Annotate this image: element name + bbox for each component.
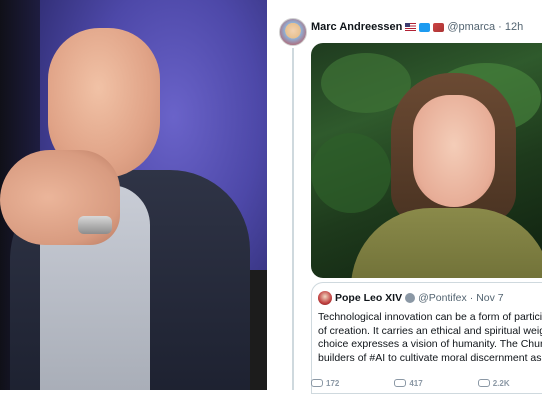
woman-face <box>413 95 495 207</box>
quoted-tweet-text: Technological innovation can be a form o… <box>318 311 542 365</box>
quoted-text-line: of creation. It carries an ethical and s… <box>318 324 542 337</box>
repost-button[interactable]: 417 <box>394 378 423 388</box>
thread-line <box>292 48 294 390</box>
speaker-photo <box>0 0 267 390</box>
bird-icon <box>419 22 431 32</box>
tweet-actions: 172 417 2.2K <box>311 376 542 390</box>
separator-dot: · <box>469 292 474 304</box>
foliage <box>311 133 391 213</box>
quoted-author-avatar <box>318 291 332 305</box>
repost-icon <box>394 379 407 387</box>
heart-icon <box>477 379 490 387</box>
tweet-media-image[interactable] <box>311 43 542 278</box>
wristwatch <box>78 216 112 234</box>
tweet-header: Marc Andreessen @pmarca · 12h <box>311 18 523 36</box>
green-sweater <box>351 208 542 278</box>
quoted-tweet-date: Nov 7 <box>476 292 504 304</box>
repost-count: 417 <box>409 378 423 388</box>
reply-count: 172 <box>326 378 340 388</box>
like-count: 2.2K <box>492 378 510 388</box>
author-handle[interactable]: @pmarca <box>447 21 495 33</box>
quoted-text-line: builders of #AI to cultivate moral disce… <box>318 351 542 364</box>
reply-icon <box>311 379 323 387</box>
pill-icon <box>433 22 445 32</box>
quoted-text-line: choice expresses a vision of humanity. T… <box>318 338 542 350</box>
reply-button[interactable]: 172 <box>311 379 339 388</box>
author-name[interactable]: Marc Andreessen <box>311 21 402 33</box>
like-button[interactable]: 2.2K <box>477 378 510 388</box>
quoted-text-line: Technological innovation can be a form o… <box>318 311 542 323</box>
tweet-time[interactable]: 12h <box>505 21 523 33</box>
flag-icon <box>405 23 417 31</box>
separator-dot: · <box>498 21 502 33</box>
tweet-card: Marc Andreessen @pmarca · 12h Pope Leo X… <box>273 0 542 394</box>
quoted-author-name: Pope Leo XIV <box>335 292 403 304</box>
quoted-author-handle: @Pontifex <box>418 292 467 304</box>
verified-badge-icon <box>405 293 416 303</box>
author-avatar[interactable] <box>279 18 307 46</box>
quoted-tweet-header: Pope Leo XIV @Pontifex · Nov 7 <box>318 291 504 305</box>
